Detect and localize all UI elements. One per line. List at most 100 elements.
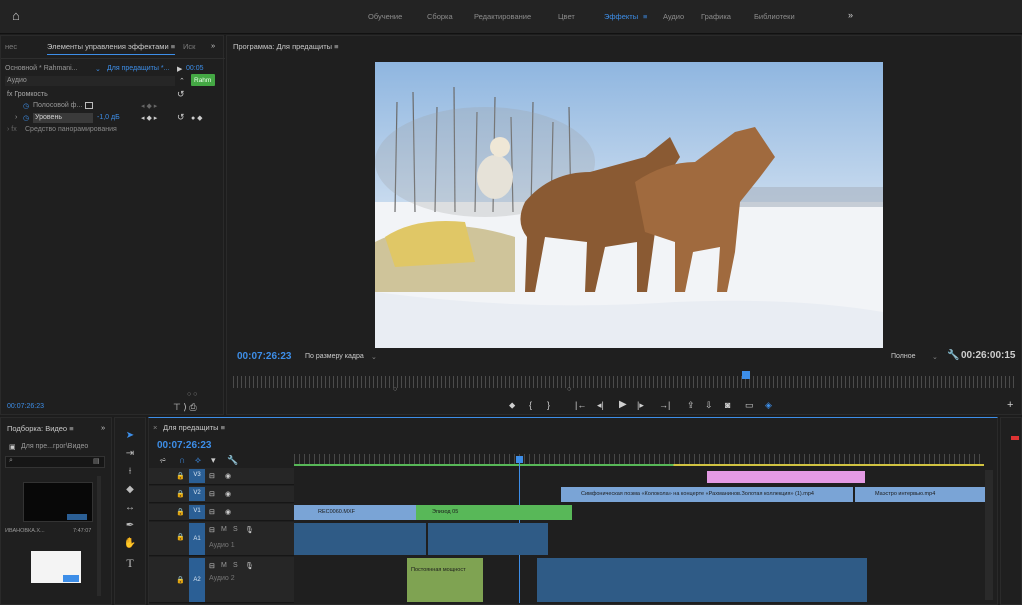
- slip-tool-icon[interactable]: ↔: [123, 502, 137, 513]
- tab-next[interactable]: Иск: [183, 42, 195, 51]
- project-panel-title[interactable]: Подборка: Видео ≡: [7, 424, 74, 433]
- play-icon[interactable]: ▶: [177, 65, 182, 73]
- playhead-marker[interactable]: [516, 456, 523, 463]
- timeline-scrollbar[interactable]: [985, 470, 993, 600]
- stopwatch-icon[interactable]: ◷: [23, 102, 29, 110]
- workspace-tab-libraries[interactable]: Библиотеки: [754, 12, 795, 21]
- solo-icon[interactable]: S: [233, 526, 238, 533]
- eye-icon[interactable]: ◉: [225, 472, 231, 480]
- keyframe-diamond-icon[interactable]: ● ◆: [191, 114, 203, 122]
- scrollbar[interactable]: [97, 476, 101, 596]
- mute-icon[interactable]: M: [221, 562, 227, 569]
- panel-more-icon[interactable]: »: [101, 423, 105, 432]
- marker-icon[interactable]: ⬥: [509, 400, 515, 411]
- mark-out-icon[interactable]: }: [547, 400, 550, 410]
- playhead-marker[interactable]: [742, 371, 750, 379]
- home-icon[interactable]: ⌂: [12, 9, 26, 23]
- eye-icon[interactable]: ◉: [225, 490, 231, 498]
- step-forward-icon[interactable]: |▸: [637, 400, 644, 411]
- lock-icon[interactable]: 🔒: [176, 472, 185, 480]
- go-to-out-icon[interactable]: →|: [659, 400, 670, 410]
- mute-icon[interactable]: M: [221, 526, 227, 533]
- clip-v2-interview[interactable]: Маэстро интервью.mp4: [855, 487, 985, 502]
- mic-icon[interactable]: 🎙: [245, 562, 254, 570]
- add-marker-icon[interactable]: ⟡: [195, 455, 201, 466]
- add-button-icon[interactable]: +: [1007, 399, 1013, 411]
- linked-selection-icon[interactable]: ∩: [179, 455, 185, 465]
- zoom-handle-icon[interactable]: ○ ○: [187, 391, 197, 398]
- video-frame[interactable]: [375, 62, 883, 348]
- chevron-down-icon[interactable]: ⌄: [95, 65, 101, 73]
- marker-icon[interactable]: ▾: [211, 455, 216, 466]
- sync-lock-icon[interactable]: ⊟: [209, 562, 215, 570]
- track-label-a2[interactable]: A2: [189, 558, 205, 602]
- track-label-v3[interactable]: V3: [189, 469, 205, 483]
- pen-tool-icon[interactable]: ✒: [123, 520, 137, 531]
- playhead-ruler[interactable]: [233, 376, 1017, 388]
- step-back-icon[interactable]: ◂|: [597, 400, 604, 411]
- clip-v1-episode[interactable]: Эпизод 05: [416, 505, 572, 520]
- workspace-tab-audio[interactable]: Аудио: [663, 12, 684, 21]
- export-frame-icon[interactable]: ◙: [725, 400, 730, 410]
- lock-icon[interactable]: 🔒: [176, 576, 185, 584]
- panel-more-icon[interactable]: »: [211, 41, 215, 50]
- workspace-tab-assembly[interactable]: Сборка: [427, 12, 453, 21]
- sync-lock-icon[interactable]: ⊟: [209, 472, 215, 480]
- workspace-tab-editing[interactable]: Редактирование: [474, 12, 531, 21]
- bypass-checkbox[interactable]: [85, 102, 93, 109]
- tab-prev[interactable]: нес: [5, 42, 17, 51]
- clip-a2-audio[interactable]: [537, 558, 867, 602]
- keyframe-nav-icon[interactable]: ◂ ◆ ▸: [141, 114, 157, 122]
- lift-icon[interactable]: ⇪: [687, 400, 695, 411]
- lock-icon[interactable]: 🔒: [176, 508, 185, 516]
- sync-lock-icon[interactable]: ⊟: [209, 526, 215, 534]
- more-workspaces-icon[interactable]: »: [848, 10, 853, 20]
- snap-icon[interactable]: ⩫: [159, 455, 167, 466]
- clip-a1-audio[interactable]: [428, 523, 548, 555]
- razor-icon[interactable]: ◆: [123, 484, 137, 495]
- tab-effect-controls[interactable]: Элементы управления эффектами ≡: [47, 42, 176, 55]
- workspace-menu-icon[interactable]: ≡: [643, 12, 647, 21]
- hand-tool-icon[interactable]: ✋: [123, 538, 137, 549]
- vr-icon[interactable]: ◈: [765, 400, 772, 411]
- sequence-clip-label[interactable]: Для предащиты *...: [107, 65, 169, 72]
- workspace-tab-color[interactable]: Цвет: [558, 12, 575, 21]
- clip-v2-symphony[interactable]: Симфоническая поэма «Колокола» на концер…: [561, 487, 853, 502]
- clip-a1-audio[interactable]: [294, 523, 426, 555]
- chevron-down-icon[interactable]: ⌄: [932, 353, 938, 361]
- zoom-handle-icon[interactable]: ○: [567, 386, 571, 393]
- chevron-up-icon[interactable]: ⌃: [179, 77, 185, 85]
- track-label-v2[interactable]: V2: [189, 487, 205, 501]
- new-bin-icon[interactable]: ▤: [93, 457, 100, 465]
- wrench-icon[interactable]: 🔧: [227, 455, 238, 466]
- selection-tool-icon[interactable]: ➤: [123, 430, 137, 441]
- wrench-icon[interactable]: 🔧: [947, 350, 959, 361]
- extract-icon[interactable]: ⇩: [705, 400, 713, 411]
- fit-dropdown[interactable]: По размеру кадра: [305, 353, 364, 360]
- time-ruler[interactable]: [294, 454, 984, 464]
- track-label-v1[interactable]: V1: [189, 505, 205, 519]
- timeline-timecode[interactable]: 00:07:26:23: [157, 440, 211, 451]
- program-monitor-title[interactable]: Программа: Для предащиты ≡: [233, 42, 339, 51]
- fx-volume-row[interactable]: fx Громкость: [7, 91, 48, 98]
- filter-icon[interactable]: ⊤ ⟩ ⎙: [173, 402, 197, 413]
- lock-icon[interactable]: 🔒: [176, 490, 185, 498]
- program-timecode[interactable]: 00:07:26:23: [237, 351, 291, 362]
- lock-icon[interactable]: 🔒: [176, 533, 185, 541]
- chevron-down-icon[interactable]: ⌄: [371, 353, 377, 361]
- track-label-a1[interactable]: A1: [189, 523, 205, 555]
- quality-dropdown[interactable]: Полное: [891, 353, 916, 360]
- type-tool-icon[interactable]: T: [123, 556, 137, 571]
- eye-icon[interactable]: ◉: [225, 508, 231, 516]
- source-clip-label[interactable]: Основной * Rahmani...: [5, 65, 78, 72]
- sync-lock-icon[interactable]: ⊟: [209, 508, 215, 516]
- zoom-handle-icon[interactable]: ○: [393, 386, 397, 393]
- search-input[interactable]: [5, 456, 105, 468]
- solo-icon[interactable]: S: [233, 562, 238, 569]
- clip-a2-transition[interactable]: Постоянная мощност: [407, 558, 483, 602]
- sync-lock-icon[interactable]: ⊟: [209, 490, 215, 498]
- workspace-tab-effects[interactable]: Эффекты: [604, 12, 638, 21]
- ripple-edit-icon[interactable]: ⟊: [123, 466, 137, 477]
- play-icon[interactable]: ▶: [619, 399, 627, 410]
- track-select-icon[interactable]: ⇥: [123, 448, 137, 459]
